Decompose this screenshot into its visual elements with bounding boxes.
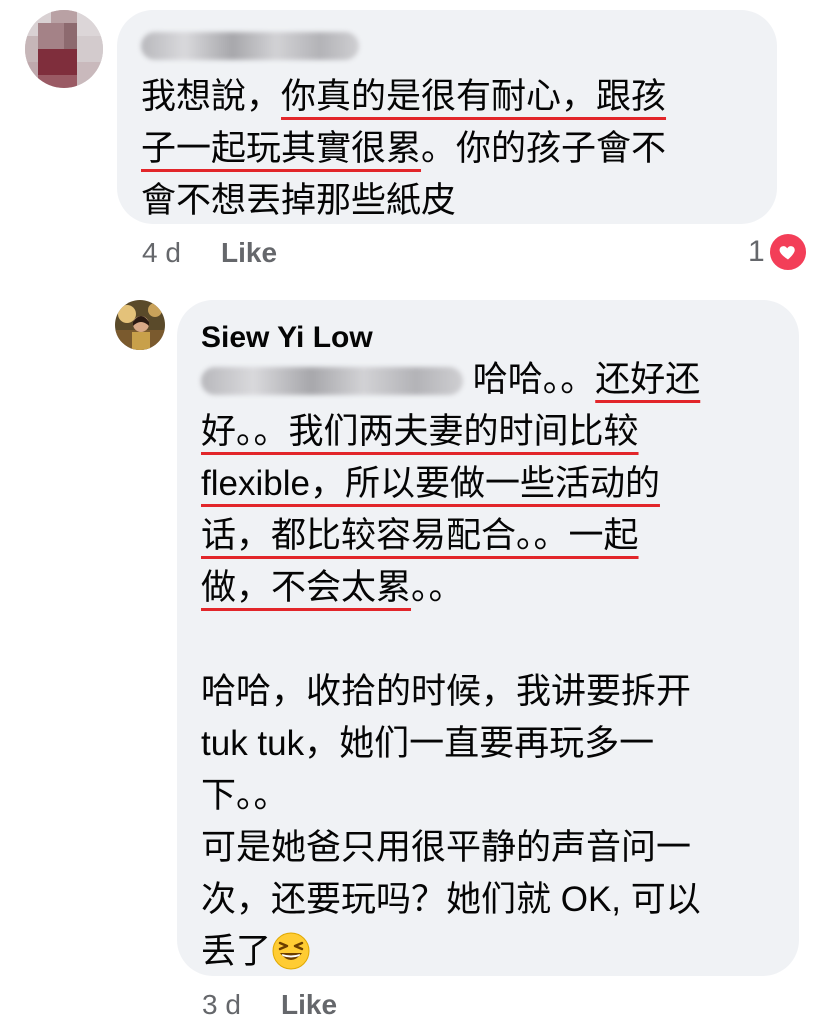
reply-author-name[interactable]: Siew Yi Low bbox=[201, 320, 373, 356]
reaction-count: 1 bbox=[748, 235, 765, 268]
comment-text: 我想說，你真的是很有耐心，跟孩 子一起玩其實很累。你的孩子會不 會不想丟掉那些紙… bbox=[141, 77, 667, 220]
grinning-squinting-face-icon bbox=[271, 931, 311, 971]
reply-bubble: Siew Yi Low 哈哈。。还好还 好。。我们两夫妻的时间比较 flexib… bbox=[177, 300, 799, 976]
comment-bubble: 我想說，你真的是很有耐心，跟孩 子一起玩其實很累。你的孩子會不 會不想丟掉那些紙… bbox=[117, 10, 777, 224]
comment-like-button[interactable]: Like bbox=[221, 236, 277, 270]
mention-blurred[interactable] bbox=[201, 367, 463, 395]
reply-author-avatar[interactable] bbox=[115, 300, 165, 350]
commenter-avatar[interactable] bbox=[25, 10, 103, 88]
comment-author-name-blurred[interactable] bbox=[141, 32, 359, 60]
heart-icon bbox=[766, 231, 809, 273]
reaction-summary[interactable]: 1 bbox=[748, 231, 809, 273]
reply-text: 哈哈。。还好还 好。。我们两夫妻的时间比较 flexible，所以要做一些活动的… bbox=[201, 360, 701, 971]
reply-timestamp[interactable]: 3 d bbox=[202, 988, 241, 1022]
reply-like-button[interactable]: Like bbox=[281, 988, 337, 1022]
comment-timestamp[interactable]: 4 d bbox=[142, 236, 181, 270]
